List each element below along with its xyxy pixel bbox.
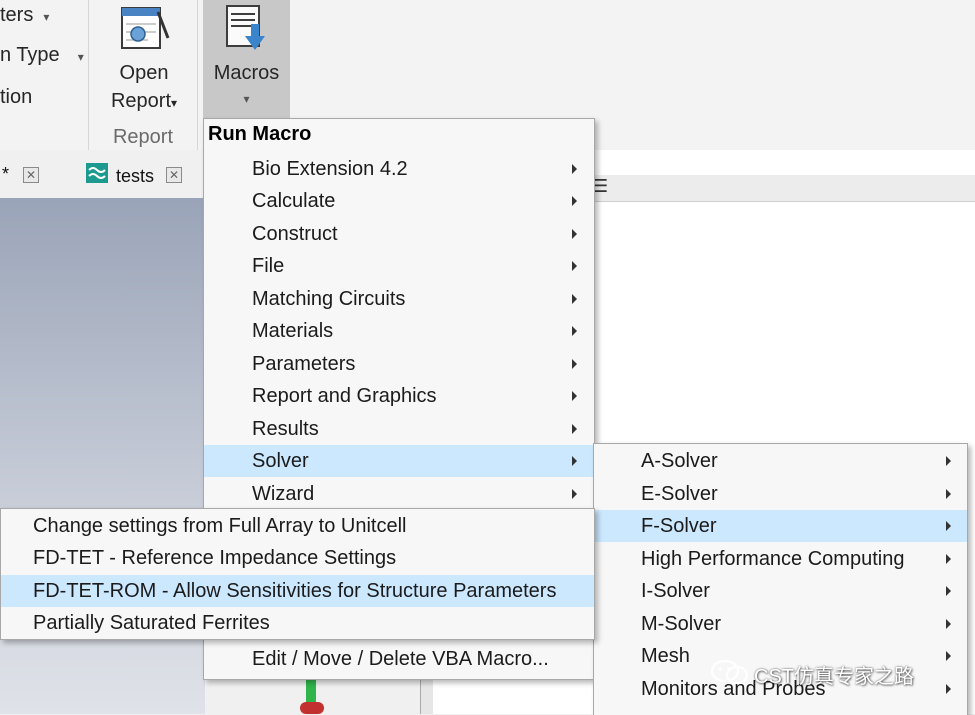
axis-x-indicator	[300, 702, 324, 714]
f-solver-submenu: Change settings from Full Array to Unitc…	[0, 508, 595, 640]
menu-item-high-performance-computing[interactable]: High Performance Computing	[594, 543, 967, 575]
menu-item-calculate[interactable]: Calculate	[204, 185, 594, 217]
ribbon-group-separator	[88, 0, 89, 150]
chevron-down-icon: ▾	[43, 10, 50, 24]
chevron-down-icon: ▾	[171, 96, 178, 110]
menu-item-file[interactable]: File	[204, 250, 594, 282]
chevron-right-icon	[572, 229, 577, 239]
chevron-right-icon	[572, 359, 577, 369]
menu-item-results[interactable]: Results	[204, 413, 594, 445]
close-icon[interactable]: ✕	[166, 167, 182, 183]
menu-item-matching-circuits[interactable]: Matching Circuits	[204, 283, 594, 315]
chevron-right-icon	[572, 261, 577, 271]
run-macro-header: Run Macro	[208, 123, 312, 145]
chevron-right-icon	[572, 489, 577, 499]
menu-item-report-and-graphics[interactable]: Report and Graphics	[204, 380, 594, 412]
chevron-right-icon	[946, 651, 951, 661]
chevron-right-icon	[572, 294, 577, 304]
menu-item-f-solver[interactable]: F-Solver	[594, 510, 967, 542]
ribbon-parameters-button[interactable]: ters ▾	[0, 4, 49, 27]
menu-item-parameters[interactable]: Parameters	[204, 348, 594, 380]
chevron-right-icon	[572, 391, 577, 401]
menu-item-wizard[interactable]: Wizard	[204, 478, 594, 510]
menu-item-edit-vba-macro[interactable]: Edit / Move / Delete VBA Macro...	[204, 643, 594, 675]
menu-item-fd-tet-rom-sensitivities[interactable]: FD-TET-ROM - Allow Sensitivities for Str…	[1, 575, 594, 607]
close-icon[interactable]: ✕	[23, 167, 39, 183]
chevron-right-icon	[946, 554, 951, 564]
open-report-button[interactable]: Open Report▾	[106, 0, 182, 118]
report-icon	[121, 7, 170, 49]
chevron-right-icon	[572, 196, 577, 206]
macros-button[interactable]: Macros ▾	[203, 0, 290, 118]
chevron-down-icon: ▾	[77, 50, 84, 64]
chevron-right-icon	[572, 164, 577, 174]
project-icon	[86, 163, 108, 183]
ribbon-group-separator	[197, 0, 198, 150]
chevron-right-icon	[946, 619, 951, 629]
menu-item-materials[interactable]: Materials	[204, 315, 594, 347]
ribbon-simulation-type-button[interactable]: n Type ▾	[0, 44, 84, 67]
tab-tests[interactable]: tests	[116, 166, 154, 187]
menu-item-m-solver[interactable]: M-Solver	[594, 608, 967, 640]
chevron-right-icon	[572, 424, 577, 434]
chevron-right-icon	[946, 489, 951, 499]
menu-item-i-solver[interactable]: I-Solver	[594, 575, 967, 607]
chevron-down-icon: ▾	[243, 92, 250, 106]
chevron-right-icon	[946, 521, 951, 531]
chevron-right-icon	[572, 326, 577, 336]
tab-modified-project[interactable]: *	[2, 164, 9, 185]
chevron-right-icon	[946, 684, 951, 694]
menu-item-partially-saturated-ferrites[interactable]: Partially Saturated Ferrites	[1, 607, 594, 639]
menu-item-bio-extension[interactable]: Bio Extension 4.2	[204, 153, 594, 185]
chevron-right-icon	[572, 456, 577, 466]
menu-item-fd-tet-reference-impedance[interactable]: FD-TET - Reference Impedance Settings	[1, 542, 594, 574]
menu-item-full-array-to-unitcell[interactable]: Change settings from Full Array to Unitc…	[1, 510, 594, 542]
report-group-title: Report	[112, 126, 174, 148]
chevron-right-icon	[946, 456, 951, 466]
menu-item-construct[interactable]: Construct	[204, 218, 594, 250]
menu-item-a-solver[interactable]: A-Solver	[594, 445, 967, 477]
wechat-icon	[710, 659, 749, 685]
watermark-text: CST仿真专家之路	[754, 666, 914, 688]
macros-icon	[226, 5, 265, 50]
ribbon-optimization-button[interactable]: tion	[0, 86, 32, 109]
menu-item-solver[interactable]: Solver	[204, 445, 594, 477]
menu-item-e-solver[interactable]: E-Solver	[594, 478, 967, 510]
chevron-right-icon	[946, 586, 951, 596]
